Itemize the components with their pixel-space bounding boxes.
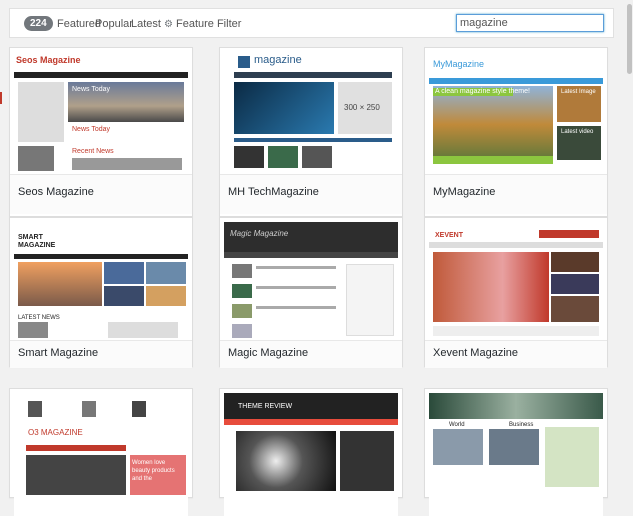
thumb-text: Women love beauty products and the: [132, 460, 175, 482]
page-scrollbar[interactable]: [625, 0, 633, 486]
search-themes-input[interactable]: [456, 14, 604, 32]
thumb-text: Recent News: [72, 148, 114, 155]
theme-screenshot: THEME REVIEW: [224, 393, 398, 516]
theme-screenshot: O3 MAGAZINE Women love beauty products a…: [14, 393, 188, 516]
thumb-title: MyMagazine: [433, 59, 485, 69]
thumb-title: O3 MAGAZINE: [28, 428, 83, 437]
thumb-text: 300 × 250: [344, 103, 380, 112]
theme-name: Seos Magazine: [10, 174, 192, 214]
thumb-text: News Today: [72, 86, 111, 93]
theme-card-xevent-magazine[interactable]: XEVENT Xevent Magazine: [424, 217, 608, 368]
left-edge-marker: [0, 92, 2, 104]
theme-count-badge: 224: [24, 16, 53, 31]
theme-card-mymagazine[interactable]: MyMagazine A clean magazine style theme!…: [424, 47, 608, 217]
theme-screenshot: magazine 300 × 250: [224, 52, 398, 175]
theme-name: MH TechMagazine: [220, 174, 402, 214]
theme-card-o3-magazine[interactable]: O3 MAGAZINE Women love beauty products a…: [9, 388, 193, 516]
thumb-text: World: [449, 422, 465, 428]
thumb-text: A clean magazine style theme!: [435, 88, 530, 95]
thumb-title: magazine: [254, 54, 302, 66]
thumb-text: Latest video: [561, 129, 594, 135]
theme-card-newspaper[interactable]: World Business: [424, 388, 608, 516]
theme-screenshot: Seos Magazine News Today News Today Rece…: [14, 52, 188, 175]
gear-icon: ⚙: [164, 19, 173, 30]
theme-card-smart-magazine[interactable]: SMART MAGAZINE LATEST NEWS Smart Magazin…: [9, 217, 193, 368]
theme-card-theme-review[interactable]: THEME REVIEW: [219, 388, 403, 516]
thumb-text: LATEST NEWS: [18, 315, 60, 321]
theme-card-magic-magazine[interactable]: Magic Magazine Magic Magazine: [219, 217, 403, 368]
thumb-title: Seos Magazine: [16, 55, 81, 65]
feature-filter-label: Feature Filter: [176, 18, 242, 30]
theme-screenshot: XEVENT: [429, 222, 603, 339]
theme-screenshot: Magic Magazine: [224, 222, 398, 339]
tab-latest[interactable]: Latest: [131, 17, 161, 31]
tab-popular[interactable]: Popular: [95, 17, 133, 31]
thumb-text: Latest Image: [561, 89, 596, 95]
theme-card-mh-techmagazine[interactable]: magazine 300 × 250 MH TechMagazine: [219, 47, 403, 217]
theme-screenshot: SMART MAGAZINE LATEST NEWS: [14, 222, 188, 339]
thumb-title: XEVENT: [435, 232, 464, 239]
thumb-title: THEME REVIEW: [238, 403, 293, 410]
theme-card-seos-magazine[interactable]: Seos Magazine News Today News Today Rece…: [9, 47, 193, 217]
thumb-text: Business: [509, 422, 534, 428]
thumb-text: News Today: [72, 126, 111, 133]
theme-name: Smart Magazine: [10, 340, 192, 368]
theme-name: MyMagazine: [425, 174, 607, 214]
feature-filter-link[interactable]: ⚙ Feature Filter: [164, 17, 241, 32]
thumb-title: Magic Magazine: [230, 229, 289, 238]
theme-filter-bar: 224 Featured Popular Latest ⚙ Feature Fil…: [9, 8, 614, 38]
theme-screenshot: World Business: [429, 393, 603, 516]
theme-name: Xevent Magazine: [425, 340, 607, 368]
theme-name: Magic Magazine: [220, 340, 402, 368]
thumb-title: SMART MAGAZINE: [18, 234, 56, 249]
theme-screenshot: MyMagazine A clean magazine style theme!…: [429, 52, 603, 175]
scrollbar-thumb[interactable]: [627, 4, 632, 74]
